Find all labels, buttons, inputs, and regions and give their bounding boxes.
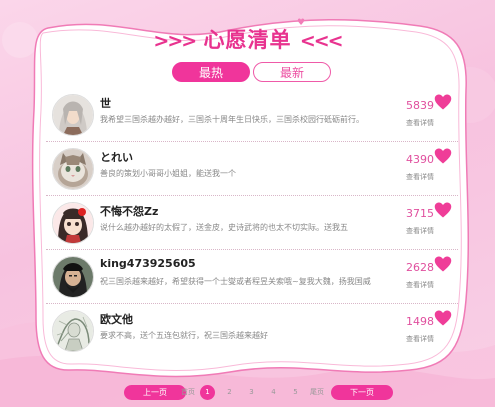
view-details-link[interactable]: 查看详情 bbox=[406, 280, 434, 290]
page-title: >>> 心愿清单 <<< ♥ bbox=[0, 18, 495, 54]
page-2-button[interactable]: 2 bbox=[222, 385, 237, 400]
silver-hair-warrior-icon bbox=[53, 95, 93, 135]
user-name: とれい bbox=[100, 151, 133, 164]
page-5-button[interactable]: 5 bbox=[288, 385, 303, 400]
like-heart-icon[interactable] bbox=[434, 93, 452, 111]
like-heart-icon[interactable] bbox=[434, 309, 452, 327]
list-item: とれい 善良的策划小哥哥小姐姐，能送我一个 4390 查看详情 bbox=[46, 142, 458, 196]
view-details-link[interactable]: 查看详情 bbox=[406, 118, 434, 128]
avatar[interactable] bbox=[52, 256, 94, 298]
anime-girl-icon bbox=[53, 203, 93, 243]
view-details-link[interactable]: 查看详情 bbox=[406, 226, 434, 236]
last-page-link[interactable]: 尾页 bbox=[310, 387, 324, 397]
bearded-hero-icon bbox=[53, 257, 93, 297]
avatar[interactable] bbox=[52, 202, 94, 244]
avatar[interactable] bbox=[52, 310, 94, 352]
wish-text: 祝三国杀越来越好，希望获得一个士燮或者程昱关索哦~复我大魏，扬我国威 bbox=[100, 277, 371, 286]
view-details-link[interactable]: 查看详情 bbox=[406, 172, 434, 182]
wish-text: 说什么越办越好的太假了，送金皮，史诗武将的也太不切实际。送我五 bbox=[100, 223, 348, 232]
page-1-button[interactable]: 1 bbox=[200, 385, 215, 400]
like-heart-icon[interactable] bbox=[434, 201, 452, 219]
prev-page-button[interactable]: 上一页 bbox=[124, 385, 186, 400]
sort-tabs: 最热 最新 bbox=[171, 62, 332, 84]
list-item: 世 我希望三国杀越办越好，三国杀十周年生日快乐，三国杀校园行砥砺前行。 5839… bbox=[46, 88, 458, 142]
list-item: 欧文他 要求不高，送个五连包就行，祝三国杀越来越好 1498 查看详情 bbox=[46, 304, 458, 357]
title-left-arrows: >>> bbox=[153, 30, 197, 52]
user-name: 不悔不怨Zz bbox=[100, 205, 159, 218]
wish-text: 我希望三国杀越办越好，三国杀十周年生日快乐，三国杀校园行砥砺前行。 bbox=[100, 115, 364, 124]
avatar[interactable] bbox=[52, 94, 94, 136]
sketch-figure-icon bbox=[53, 311, 93, 351]
avatar[interactable] bbox=[52, 148, 94, 190]
like-heart-icon[interactable] bbox=[434, 255, 452, 273]
first-page-link[interactable]: 首页 bbox=[181, 387, 195, 397]
next-page-button[interactable]: 下一页 bbox=[331, 385, 393, 400]
wish-list: 世 我希望三国杀越办越好，三国杀十周年生日快乐，三国杀校园行砥砺前行。 5839… bbox=[46, 88, 458, 357]
user-name: 欧文他 bbox=[100, 313, 133, 326]
like-count: 5839 bbox=[406, 99, 434, 112]
small-heart-icon: ♥ bbox=[297, 18, 307, 28]
pagination: 上一页 首页 1 2 3 4 5 尾页 下一页 bbox=[0, 385, 495, 401]
title-text: 心愿清单 bbox=[203, 28, 292, 52]
list-item: 不悔不怨Zz 说什么越办越好的太假了，送金皮，史诗武将的也太不切实际。送我五 3… bbox=[46, 196, 458, 250]
like-heart-icon[interactable] bbox=[434, 147, 452, 165]
user-name: king473925605 bbox=[100, 257, 196, 270]
user-name: 世 bbox=[100, 97, 111, 110]
list-item: king473925605 祝三国杀越来越好，希望获得一个士燮或者程昱关索哦~复… bbox=[46, 250, 458, 304]
tab-newest[interactable]: 最新 bbox=[253, 62, 331, 82]
page-4-button[interactable]: 4 bbox=[266, 385, 281, 400]
like-count: 3715 bbox=[406, 207, 434, 220]
wish-text: 善良的策划小哥哥小姐姐，能送我一个 bbox=[100, 169, 236, 178]
like-count: 1498 bbox=[406, 315, 434, 328]
cat-icon bbox=[53, 149, 93, 189]
tab-hottest[interactable]: 最热 bbox=[172, 62, 250, 82]
wish-text: 要求不高，送个五连包就行，祝三国杀越来越好 bbox=[100, 331, 268, 340]
title-right-arrows: <<< bbox=[299, 30, 344, 52]
like-count: 4390 bbox=[406, 153, 434, 166]
page-3-button[interactable]: 3 bbox=[244, 385, 259, 400]
like-count: 2628 bbox=[406, 261, 434, 274]
view-details-link[interactable]: 查看详情 bbox=[406, 334, 434, 344]
